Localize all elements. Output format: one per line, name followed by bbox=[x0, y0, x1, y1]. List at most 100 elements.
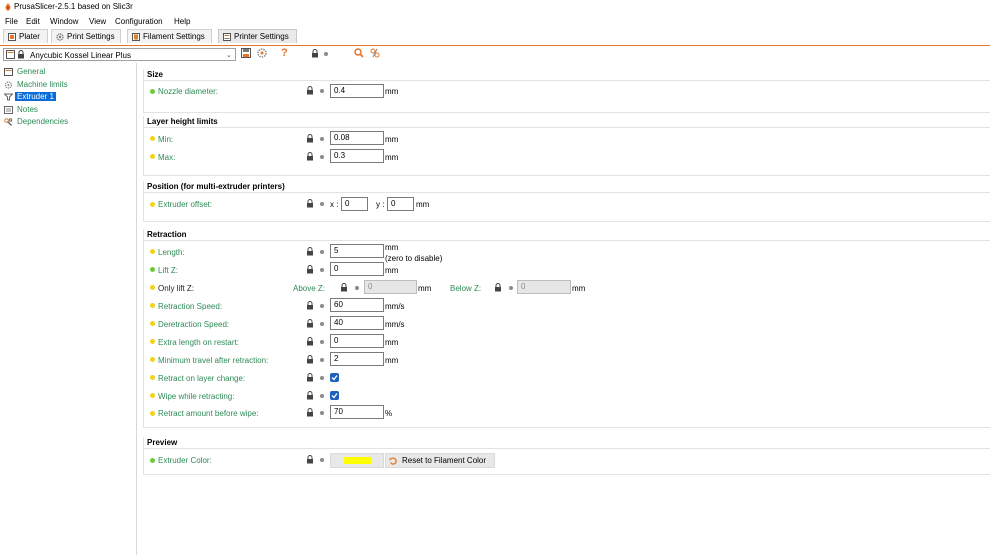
tab-plater[interactable]: Plater bbox=[3, 29, 48, 43]
wipe-while-retracting-checkbox[interactable] bbox=[330, 391, 339, 400]
menu-help[interactable]: Help bbox=[174, 17, 190, 26]
spool-icon bbox=[132, 33, 140, 41]
extruder-offset-x-input[interactable]: 0 bbox=[341, 197, 368, 211]
compare-presets-icon[interactable] bbox=[370, 48, 380, 58]
menu-window[interactable]: Window bbox=[50, 17, 78, 26]
delete-preset-icon[interactable] bbox=[257, 48, 267, 58]
retraction-speed-input[interactable]: 60 bbox=[330, 298, 384, 312]
lock-icon[interactable] bbox=[306, 199, 314, 208]
advanced-mode-dot-icon bbox=[150, 339, 155, 344]
section-divider bbox=[143, 192, 990, 193]
dot-icon[interactable] bbox=[320, 411, 324, 415]
below-z-input[interactable]: 0 bbox=[517, 280, 571, 294]
title-bar bbox=[0, 0, 990, 15]
sidebar-item-label: Extruder 1 bbox=[15, 92, 56, 101]
section-title-retraction: Retraction bbox=[147, 230, 187, 239]
save-preset-icon[interactable] bbox=[241, 48, 251, 58]
cog-icon bbox=[4, 81, 13, 89]
lock-icon[interactable] bbox=[306, 134, 314, 143]
wrench-icon bbox=[4, 118, 13, 126]
dot-icon bbox=[324, 52, 328, 56]
dot-icon[interactable] bbox=[320, 304, 324, 308]
retract-before-wipe-input[interactable]: 70 bbox=[330, 405, 384, 419]
retract-on-layer-change-label: Retract on layer change: bbox=[158, 374, 246, 383]
lock-icon[interactable] bbox=[306, 391, 314, 400]
dot-icon[interactable] bbox=[320, 322, 324, 326]
question-icon[interactable]: ? bbox=[281, 47, 288, 59]
section-title-size: Size bbox=[147, 70, 164, 79]
printer-icon bbox=[4, 68, 13, 76]
lock-icon[interactable] bbox=[306, 265, 314, 274]
tab-printer-settings-label: Printer Settings bbox=[234, 32, 289, 41]
menu-view[interactable]: View bbox=[89, 17, 106, 26]
menu-file[interactable]: File bbox=[5, 17, 18, 26]
lock-icon[interactable] bbox=[494, 283, 502, 292]
section-border bbox=[143, 69, 144, 113]
retract-on-layer-change-checkbox[interactable] bbox=[330, 373, 339, 382]
deretraction-speed-input[interactable]: 40 bbox=[330, 316, 384, 330]
extruder-color-picker[interactable] bbox=[330, 453, 384, 468]
lock-icon[interactable] bbox=[306, 247, 314, 256]
tab-print-settings-label: Print Settings bbox=[67, 32, 115, 41]
reset-button-label: Reset to Filament Color bbox=[402, 456, 487, 465]
dot-icon[interactable] bbox=[320, 268, 324, 272]
section-divider bbox=[143, 427, 990, 428]
dot-icon[interactable] bbox=[320, 394, 324, 398]
dot-icon[interactable] bbox=[320, 358, 324, 362]
retract-before-wipe-label: Retract amount before wipe: bbox=[158, 409, 259, 418]
unit-label: % bbox=[385, 409, 393, 418]
dot-icon[interactable] bbox=[320, 376, 324, 380]
simple-mode-dot-icon bbox=[150, 89, 155, 94]
tab-print-settings[interactable]: Print Settings bbox=[51, 29, 121, 43]
lock-icon[interactable] bbox=[340, 283, 348, 292]
dot-icon[interactable] bbox=[355, 286, 359, 290]
lock-icon[interactable] bbox=[306, 152, 314, 161]
min-layer-height-input[interactable]: 0.08 bbox=[330, 131, 384, 145]
lock-icon[interactable] bbox=[306, 355, 314, 364]
lift-z-input[interactable]: 0 bbox=[330, 262, 384, 276]
sidebar-item-label: Notes bbox=[17, 105, 38, 114]
minimum-travel-input[interactable]: 2 bbox=[330, 352, 384, 366]
dot-icon[interactable] bbox=[320, 340, 324, 344]
advanced-mode-dot-icon bbox=[150, 321, 155, 326]
tab-filament-settings[interactable]: Filament Settings bbox=[127, 29, 212, 43]
lock-icon[interactable] bbox=[306, 373, 314, 382]
unit-label: mm bbox=[385, 87, 399, 96]
lock-icon[interactable] bbox=[306, 86, 314, 95]
lock-icon[interactable] bbox=[306, 319, 314, 328]
dot-icon[interactable] bbox=[320, 89, 324, 93]
max-layer-height-input[interactable]: 0.3 bbox=[330, 149, 384, 163]
sidebar-item-label: General bbox=[17, 67, 46, 76]
menu-edit[interactable]: Edit bbox=[26, 17, 40, 26]
lock-icon[interactable] bbox=[306, 408, 314, 417]
chevron-down-icon[interactable]: ⌄ bbox=[226, 51, 232, 59]
dot-icon[interactable] bbox=[509, 286, 513, 290]
reset-to-filament-color-button[interactable]: Reset to Filament Color bbox=[385, 453, 495, 468]
settings-page-tree bbox=[0, 63, 137, 555]
offset-x-label: x : bbox=[330, 200, 339, 209]
section-border bbox=[143, 437, 144, 475]
extra-length-input[interactable]: 0 bbox=[330, 334, 384, 348]
lock-icon[interactable] bbox=[306, 337, 314, 346]
lock-icon[interactable] bbox=[306, 301, 314, 310]
dot-icon[interactable] bbox=[320, 137, 324, 141]
dot-icon[interactable] bbox=[320, 155, 324, 159]
menu-configuration[interactable]: Configuration bbox=[115, 17, 163, 26]
dot-icon[interactable] bbox=[320, 458, 324, 462]
nozzle-diameter-input[interactable]: 0.4 bbox=[330, 84, 384, 98]
sidebar-item-label: Dependencies bbox=[17, 117, 69, 126]
retraction-length-input[interactable]: 5 bbox=[330, 244, 384, 258]
simple-mode-dot-icon bbox=[150, 267, 155, 272]
offset-y-label: y : bbox=[376, 200, 385, 209]
section-divider bbox=[143, 127, 990, 128]
tab-printer-settings[interactable]: Printer Settings bbox=[218, 29, 297, 43]
dot-icon[interactable] bbox=[320, 202, 324, 206]
dot-icon[interactable] bbox=[320, 250, 324, 254]
search-icon[interactable] bbox=[354, 48, 364, 58]
advanced-mode-dot-icon bbox=[150, 357, 155, 362]
extruder-offset-y-input[interactable]: 0 bbox=[387, 197, 414, 211]
lock-icon[interactable] bbox=[306, 455, 314, 464]
lock-icon[interactable] bbox=[311, 49, 319, 58]
unit-label: mm bbox=[385, 338, 399, 347]
above-z-input[interactable]: 0 bbox=[364, 280, 417, 294]
